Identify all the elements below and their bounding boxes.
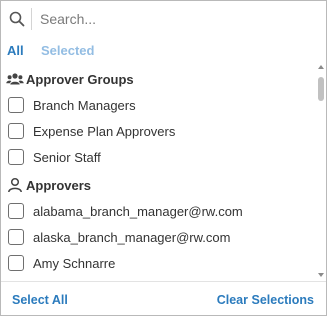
- group-header-approver-groups: Approver Groups: [1, 67, 317, 91]
- approver-list: Approver Groups Branch Managers Expense …: [1, 65, 317, 277]
- list-scrollbar[interactable]: [317, 65, 325, 277]
- search-input[interactable]: [32, 4, 312, 34]
- scroll-up-arrow-icon[interactable]: [318, 65, 324, 69]
- checkbox[interactable]: [8, 203, 24, 219]
- select-all-button[interactable]: Select All: [12, 293, 68, 307]
- list-item-alaska-branch-manager[interactable]: alaska_branch_manager@rw.com: [1, 225, 317, 249]
- checkbox[interactable]: [8, 97, 24, 113]
- checkbox[interactable]: [8, 149, 24, 165]
- item-label: alabama_branch_manager@rw.com: [33, 203, 243, 219]
- tab-selected[interactable]: Selected: [41, 43, 94, 58]
- group-label: Approver Groups: [26, 71, 134, 87]
- item-label: Expense Plan Approvers: [33, 123, 176, 139]
- search-bar: [1, 1, 326, 37]
- user-group-icon: [5, 69, 25, 89]
- filter-tabs: All Selected: [1, 39, 326, 63]
- item-label: Senior Staff: [33, 149, 101, 165]
- item-label: Amy Schnarre: [33, 255, 116, 271]
- list-item-senior-staff[interactable]: Senior Staff: [1, 145, 317, 169]
- clear-selections-button[interactable]: Clear Selections: [217, 293, 314, 307]
- item-label: Branch Managers: [33, 97, 136, 113]
- list-item-branch-managers[interactable]: Branch Managers: [1, 93, 317, 117]
- list-item-amy-schnarre[interactable]: Amy Schnarre: [1, 251, 317, 275]
- checkbox[interactable]: [8, 255, 24, 271]
- footer: Select All Clear Selections: [1, 281, 326, 315]
- checkbox[interactable]: [8, 123, 24, 139]
- group-label: Approvers: [26, 177, 92, 193]
- search-icon: [1, 1, 31, 37]
- list-item-expense-plan-approvers[interactable]: Expense Plan Approvers: [1, 119, 317, 143]
- approver-picker-panel: All Selected Approver Groups Branch Mana…: [0, 0, 327, 316]
- group-header-approvers: Approvers: [1, 173, 317, 197]
- scroll-down-arrow-icon[interactable]: [318, 273, 324, 277]
- user-icon: [5, 175, 25, 195]
- scroll-thumb[interactable]: [318, 77, 324, 101]
- tab-all[interactable]: All: [7, 43, 24, 58]
- list-item-alabama-branch-manager[interactable]: alabama_branch_manager@rw.com: [1, 199, 317, 223]
- item-label: alaska_branch_manager@rw.com: [33, 229, 231, 245]
- checkbox[interactable]: [8, 229, 24, 245]
